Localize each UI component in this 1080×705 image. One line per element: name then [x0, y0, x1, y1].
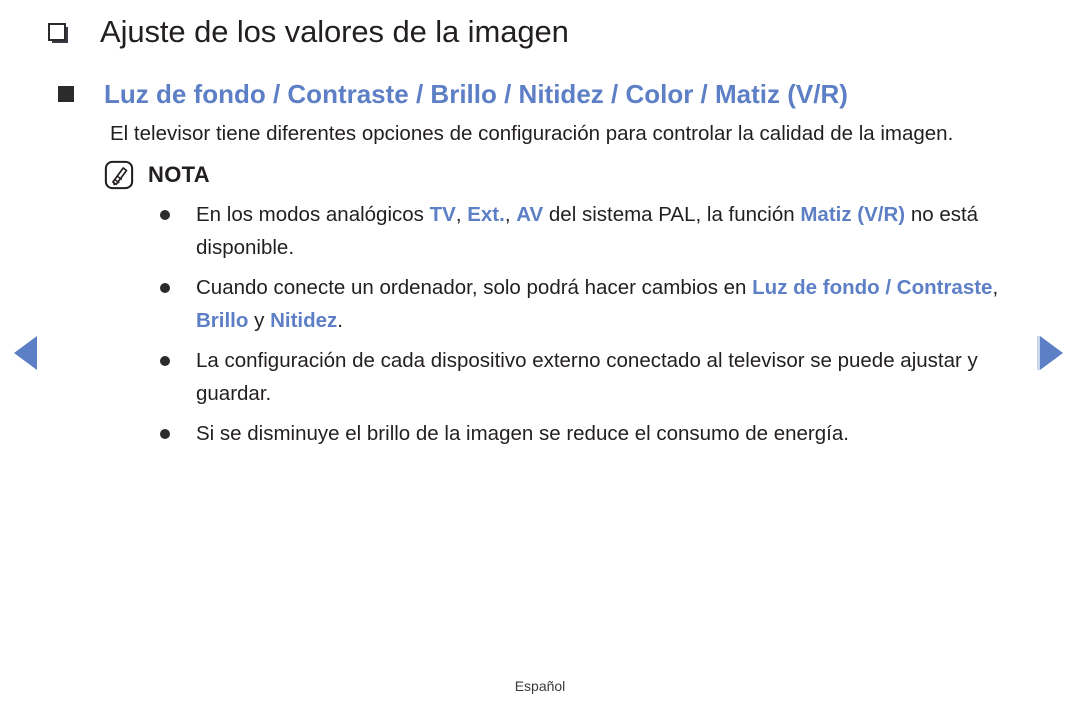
subsection-title: Luz de fondo / Contraste / Brillo / Niti…: [104, 79, 848, 109]
note-text: ,: [992, 276, 999, 299]
highlighted-term: AV: [516, 203, 544, 226]
intro-paragraph: El televisor tiene diferentes opciones d…: [110, 122, 954, 145]
manual-page: Ajuste de los valores de la imagen Luz d…: [0, 0, 1080, 705]
highlighted-term: Ext.: [467, 203, 505, 226]
round-dot-icon: [160, 429, 170, 439]
note-label: NOTA: [148, 162, 210, 187]
note-text: La configuración de cada dispositivo ext…: [196, 349, 978, 405]
note-text: En los modos analógicos: [196, 203, 430, 226]
highlighted-term: Luz de fondo / Contraste: [752, 276, 993, 299]
note-text: Cuando conecte un ordenador, solo podrá …: [196, 276, 753, 299]
note-text: ,: [455, 203, 468, 226]
note-list-item: La configuración de cada dispositivo ext…: [160, 344, 1052, 410]
note-pen-icon: [104, 160, 134, 190]
note-header: NOTA: [104, 160, 1080, 190]
highlighted-term: Matiz (V/R): [800, 203, 906, 226]
note-text: Si se disminuye el brillo de la imagen s…: [196, 422, 849, 445]
highlighted-term: Brillo: [196, 309, 249, 332]
previous-page-arrow[interactable]: [14, 335, 48, 371]
note-list-item: Si se disminuye el brillo de la imagen s…: [160, 417, 1052, 450]
round-dot-icon: [160, 283, 170, 293]
note-list-item: Cuando conecte un ordenador, solo podrá …: [160, 271, 1052, 337]
round-dot-icon: [160, 210, 170, 220]
highlighted-term: TV: [429, 203, 456, 226]
chevron-left-icon: [14, 336, 37, 370]
page-title: Ajuste de los valores de la imagen: [100, 14, 569, 49]
footer-language: Español: [514, 678, 566, 694]
filled-square-icon: [58, 86, 74, 102]
subsection-row: Luz de fondo / Contraste / Brillo / Niti…: [0, 52, 1080, 111]
highlighted-term: Nitidez: [270, 309, 338, 332]
round-dot-icon: [160, 356, 170, 366]
chevron-right-icon: [1040, 336, 1063, 370]
note-list-item: En los modos analógicos TV, Ext., AV del…: [160, 198, 1052, 264]
note-text: del sistema PAL, la función: [543, 203, 801, 226]
note-text: ,: [504, 203, 517, 226]
next-page-arrow[interactable]: [1037, 335, 1071, 371]
page-title-row: Ajuste de los valores de la imagen: [0, 0, 1080, 52]
note-list: En los modos analógicos TV, Ext., AV del…: [0, 198, 1080, 450]
note-text: .: [337, 309, 343, 332]
hollow-square-icon: [48, 23, 66, 41]
note-text: y: [248, 309, 271, 332]
